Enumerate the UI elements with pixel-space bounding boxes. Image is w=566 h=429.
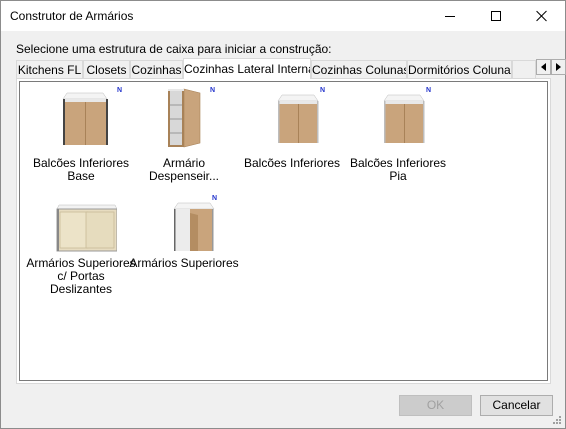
tab-dormitorios-colunas[interactable]: Dormitórios Colunas — [407, 60, 512, 78]
tab-cozinhas-lateral-interna[interactable]: Cozinhas Lateral Interna — [183, 58, 311, 79]
tab-closets[interactable]: Closets — [83, 60, 130, 78]
close-icon — [536, 10, 548, 22]
sliding-door-wall-cabinet-icon — [56, 204, 117, 252]
tab-cozinhas[interactable]: Cozinhas — [130, 60, 183, 78]
tab-kitchens-fl[interactable]: Kitchens FL — [16, 60, 83, 78]
category-tabs: Kitchens FL Closets Cozinhas Cozinhas La… — [16, 58, 566, 79]
resize-grip-icon[interactable] — [552, 415, 562, 425]
maximize-button[interactable] — [473, 1, 519, 31]
list-item[interactable]: N Armários Superiores — [129, 195, 238, 290]
item-label: Balcões Inferiores Base — [32, 156, 130, 183]
item-label: Armários Superiores c/ Portas Deslizante… — [26, 256, 136, 296]
window-title: Construtor de Armários — [10, 9, 134, 23]
title-bar[interactable]: Construtor de Armários — [1, 1, 565, 31]
ok-button[interactable]: OK — [399, 395, 472, 416]
structure-list[interactable]: N Balcões Inferiores Base N Armário Desp… — [19, 81, 548, 381]
new-badge: N — [426, 87, 432, 94]
item-label: Balcões Inferiores Pia — [349, 156, 447, 183]
tab-overflow[interactable] — [512, 60, 536, 78]
new-badge: N — [210, 87, 216, 94]
list-item[interactable]: N Balcões Inferiores Base — [31, 87, 131, 183]
sink-base-cabinet-icon — [383, 94, 425, 143]
list-item[interactable]: Armários Superiores c/ Portas Deslizante… — [26, 195, 136, 305]
tab-label: Kitchens FL — [17, 63, 82, 77]
cabinet-builder-dialog: Construtor de Armários Selecione uma est… — [0, 0, 566, 429]
new-badge: N — [320, 87, 326, 94]
instruction-text: Selecione uma estrutura de caixa para in… — [16, 42, 332, 56]
triangle-left-icon — [540, 63, 546, 71]
tab-panel: N Balcões Inferiores Base N Armário Desp… — [16, 78, 551, 384]
pantry-cabinet-icon — [168, 88, 201, 148]
maximize-icon — [491, 11, 501, 21]
tab-label: Cozinhas Colunas — [312, 63, 407, 77]
minimize-icon — [445, 15, 455, 17]
tab-cozinhas-colunas[interactable]: Cozinhas Colunas — [311, 60, 407, 78]
base-cabinet-icon — [277, 94, 319, 143]
cancel-button[interactable]: Cancelar — [480, 395, 553, 416]
tab-scroll-right-button[interactable] — [551, 59, 566, 75]
tab-label: Cozinhas Lateral Interna — [184, 62, 311, 76]
item-label: Armário Despenseir... — [148, 156, 220, 183]
base-cabinet-open-top-icon — [62, 92, 108, 145]
list-item[interactable]: N Balcões Inferiores Pia — [348, 87, 448, 183]
triangle-right-icon — [555, 63, 561, 71]
tab-scroll-left-button[interactable] — [536, 59, 551, 75]
close-button[interactable] — [519, 1, 565, 31]
list-item[interactable]: N Balcões Inferiores — [242, 87, 342, 182]
tab-label: Dormitórios Colunas — [408, 63, 512, 77]
item-label: Balcões Inferiores — [243, 156, 341, 170]
new-badge: N — [117, 87, 123, 94]
wall-cabinet-icon — [173, 202, 215, 251]
minimize-button[interactable] — [427, 1, 473, 31]
list-item[interactable]: N Armário Despenseir... — [134, 87, 234, 183]
tab-label: Cozinhas — [131, 63, 182, 77]
item-label: Armários Superiores — [129, 256, 239, 270]
tab-label: Closets — [86, 63, 127, 77]
new-badge: N — [212, 195, 218, 202]
